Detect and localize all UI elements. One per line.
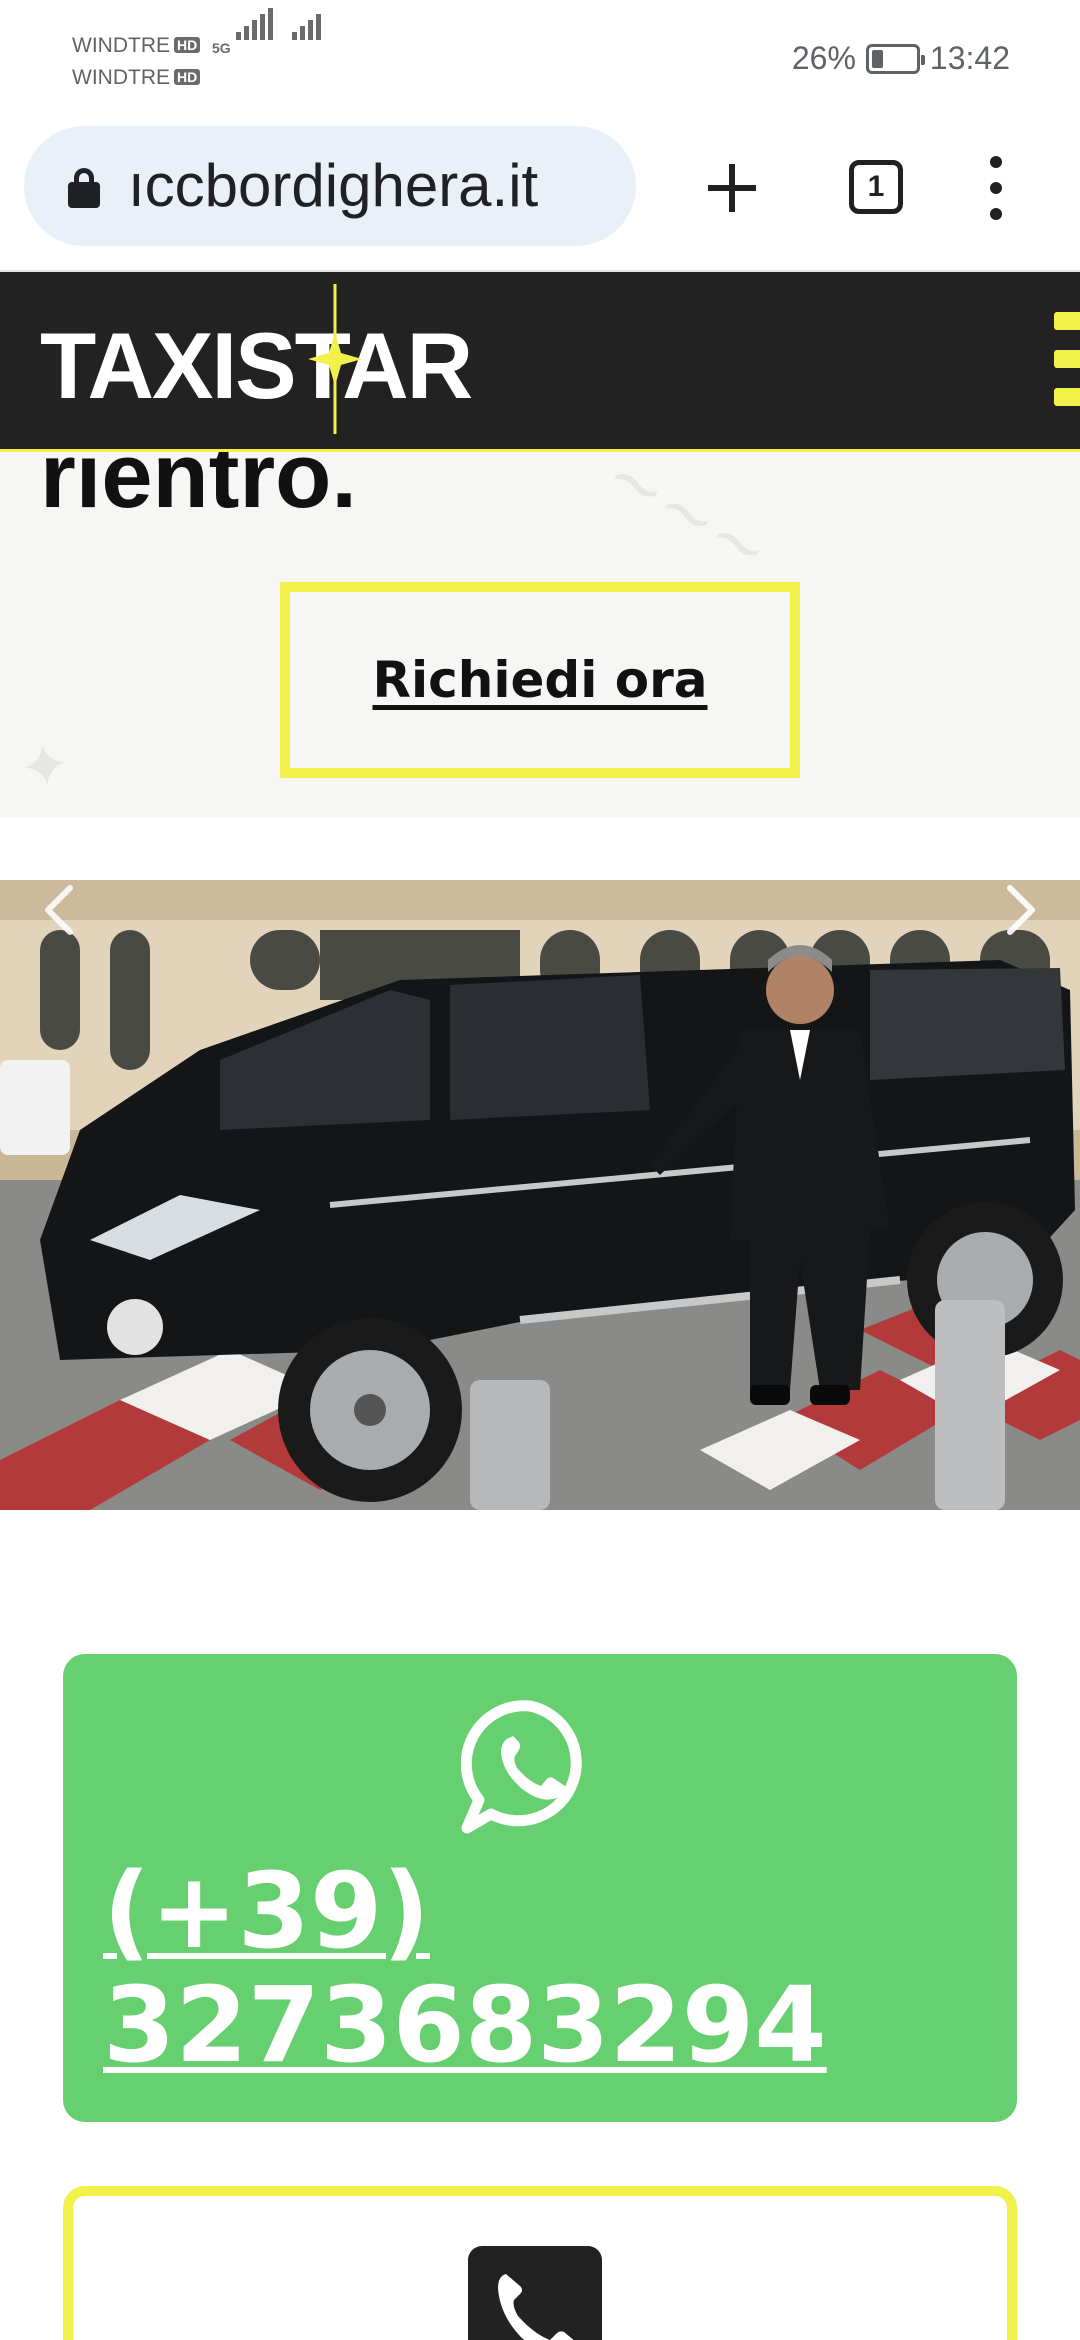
request-now-button[interactable]: Richiedi ora [280, 582, 800, 778]
network-type: 5G [212, 40, 231, 56]
phone-icon[interactable] [468, 2246, 602, 2340]
phone-contact-card[interactable] [63, 2186, 1017, 2340]
overflow-menu-icon[interactable] [984, 156, 1008, 220]
request-now-label: Richiedi ora [372, 651, 708, 709]
star-icon [308, 284, 362, 434]
battery-percent: 26% [791, 40, 856, 76]
menu-icon[interactable] [1054, 312, 1080, 408]
whatsapp-contact-card[interactable]: (+39) 3273683294 [63, 1654, 1017, 2122]
decorative-text: ✦ [15, 728, 75, 806]
carrier-info: WINDTRE HD WINDTRE HD [72, 30, 201, 94]
carousel-photo [0, 880, 1080, 1510]
carousel-prev-icon[interactable] [30, 880, 90, 940]
browser-toolbar: ıccbordighera.it 1 [0, 120, 1080, 272]
battery-fill [871, 49, 883, 68]
tab-switcher-icon[interactable]: 1 [849, 160, 903, 214]
carousel-next-icon[interactable] [990, 880, 1050, 940]
url-text[interactable]: ıccbordighera.it [128, 152, 538, 220]
site-logo[interactable]: TAXISTAR [40, 316, 473, 416]
address-bar[interactable]: ıccbordighera.it [24, 126, 636, 246]
hero-heading: rientro. [40, 452, 357, 527]
battery-icon [865, 43, 925, 74]
clock: 13:42 [929, 40, 1010, 76]
photo-carousel[interactable] [0, 880, 1080, 1510]
status-right: 26% 13:42 [792, 40, 1010, 77]
carrier-1-name: WINDTRE [72, 34, 170, 57]
hd-badge-2: HD [174, 69, 201, 85]
carrier-2-name: WINDTRE [72, 66, 170, 89]
decorative-script: ∼∼∼ [591, 452, 785, 593]
whatsapp-number-link[interactable]: (+39) 3273683294 [103, 1854, 963, 2082]
status-bar: WINDTRE HD WINDTRE HD 5G 26% 13:42 [0, 0, 1080, 120]
lock-icon[interactable] [68, 168, 100, 208]
whatsapp-icon[interactable] [461, 1698, 599, 1836]
site-header: TAXISTAR [0, 272, 1080, 452]
new-tab-icon[interactable] [700, 156, 764, 220]
hd-badge-1: HD [174, 37, 201, 53]
hero-section: ✦ ∼∼∼ rientro. Richiedi ora [0, 452, 1080, 818]
